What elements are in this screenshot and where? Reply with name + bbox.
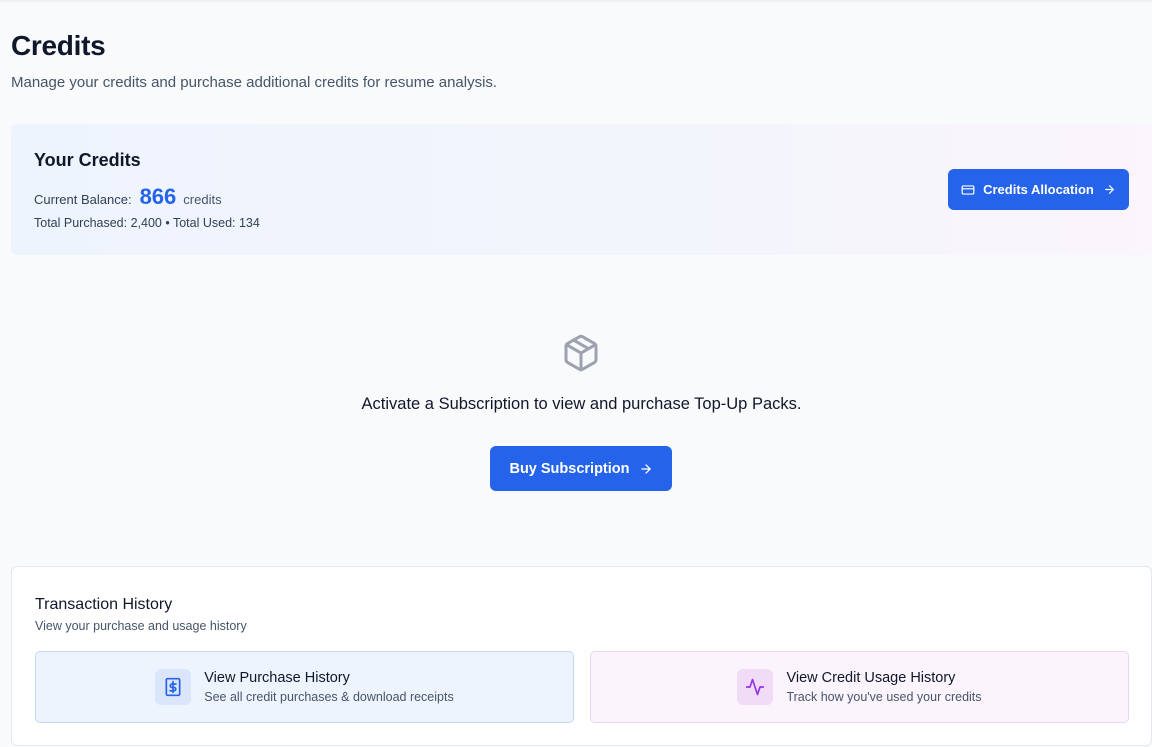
transaction-history-card: Transaction History View your purchase a… bbox=[11, 566, 1152, 746]
view-purchase-history-button[interactable]: View Purchase History See all credit pur… bbox=[35, 651, 574, 723]
your-credits-card: Your Credits Current Balance: 866 credit… bbox=[11, 124, 1152, 255]
buy-subscription-button[interactable]: Buy Subscription bbox=[490, 446, 672, 491]
balance-value: 866 bbox=[139, 184, 177, 209]
credits-allocation-button[interactable]: Credits Allocation bbox=[948, 169, 1129, 210]
credits-page: Credits Manage your credits and purchase… bbox=[11, 0, 1152, 747]
balance-unit: credits bbox=[183, 192, 222, 207]
view-credit-usage-history-button[interactable]: View Credit Usage History Track how you'… bbox=[590, 651, 1129, 723]
credits-allocation-label: Credits Allocation bbox=[983, 182, 1094, 197]
arrow-right-icon bbox=[639, 462, 653, 476]
page-title: Credits bbox=[11, 30, 106, 61]
topup-empty-state: Activate a Subscription to view and purc… bbox=[11, 330, 1152, 500]
usage-history-title: View Credit Usage History bbox=[786, 670, 956, 686]
transaction-history-subtitle: View your purchase and usage history bbox=[35, 619, 247, 633]
your-credits-heading: Your Credits bbox=[34, 150, 141, 170]
page-subtitle: Manage your credits and purchase additio… bbox=[11, 74, 498, 91]
balance-row: Current Balance: 866 credits bbox=[34, 184, 222, 210]
credit-totals: Total Purchased: 2,400 • Total Used: 134 bbox=[34, 216, 260, 230]
purchase-history-title: View Purchase History bbox=[204, 670, 350, 686]
balance-label: Current Balance: bbox=[34, 192, 132, 207]
purchase-history-desc: See all credit purchases & download rece… bbox=[204, 690, 454, 704]
purchase-history-content: View Purchase History See all credit pur… bbox=[155, 669, 454, 705]
credit-card-icon bbox=[961, 183, 975, 197]
package-icon bbox=[561, 333, 601, 373]
receipt-dollar-icon bbox=[155, 669, 192, 705]
arrow-right-icon bbox=[1103, 183, 1116, 196]
usage-history-content: View Credit Usage History Track how you'… bbox=[737, 669, 982, 705]
usage-history-desc: Track how you've used your credits bbox=[786, 690, 982, 704]
purchase-history-text: View Purchase History See all credit pur… bbox=[204, 670, 453, 704]
activity-icon bbox=[737, 669, 774, 705]
subscription-required-message: Activate a Subscription to view and purc… bbox=[361, 395, 802, 413]
transaction-history-title: Transaction History bbox=[35, 596, 173, 613]
usage-history-text: View Credit Usage History Track how you'… bbox=[786, 670, 981, 704]
buy-subscription-label: Buy Subscription bbox=[509, 460, 630, 477]
